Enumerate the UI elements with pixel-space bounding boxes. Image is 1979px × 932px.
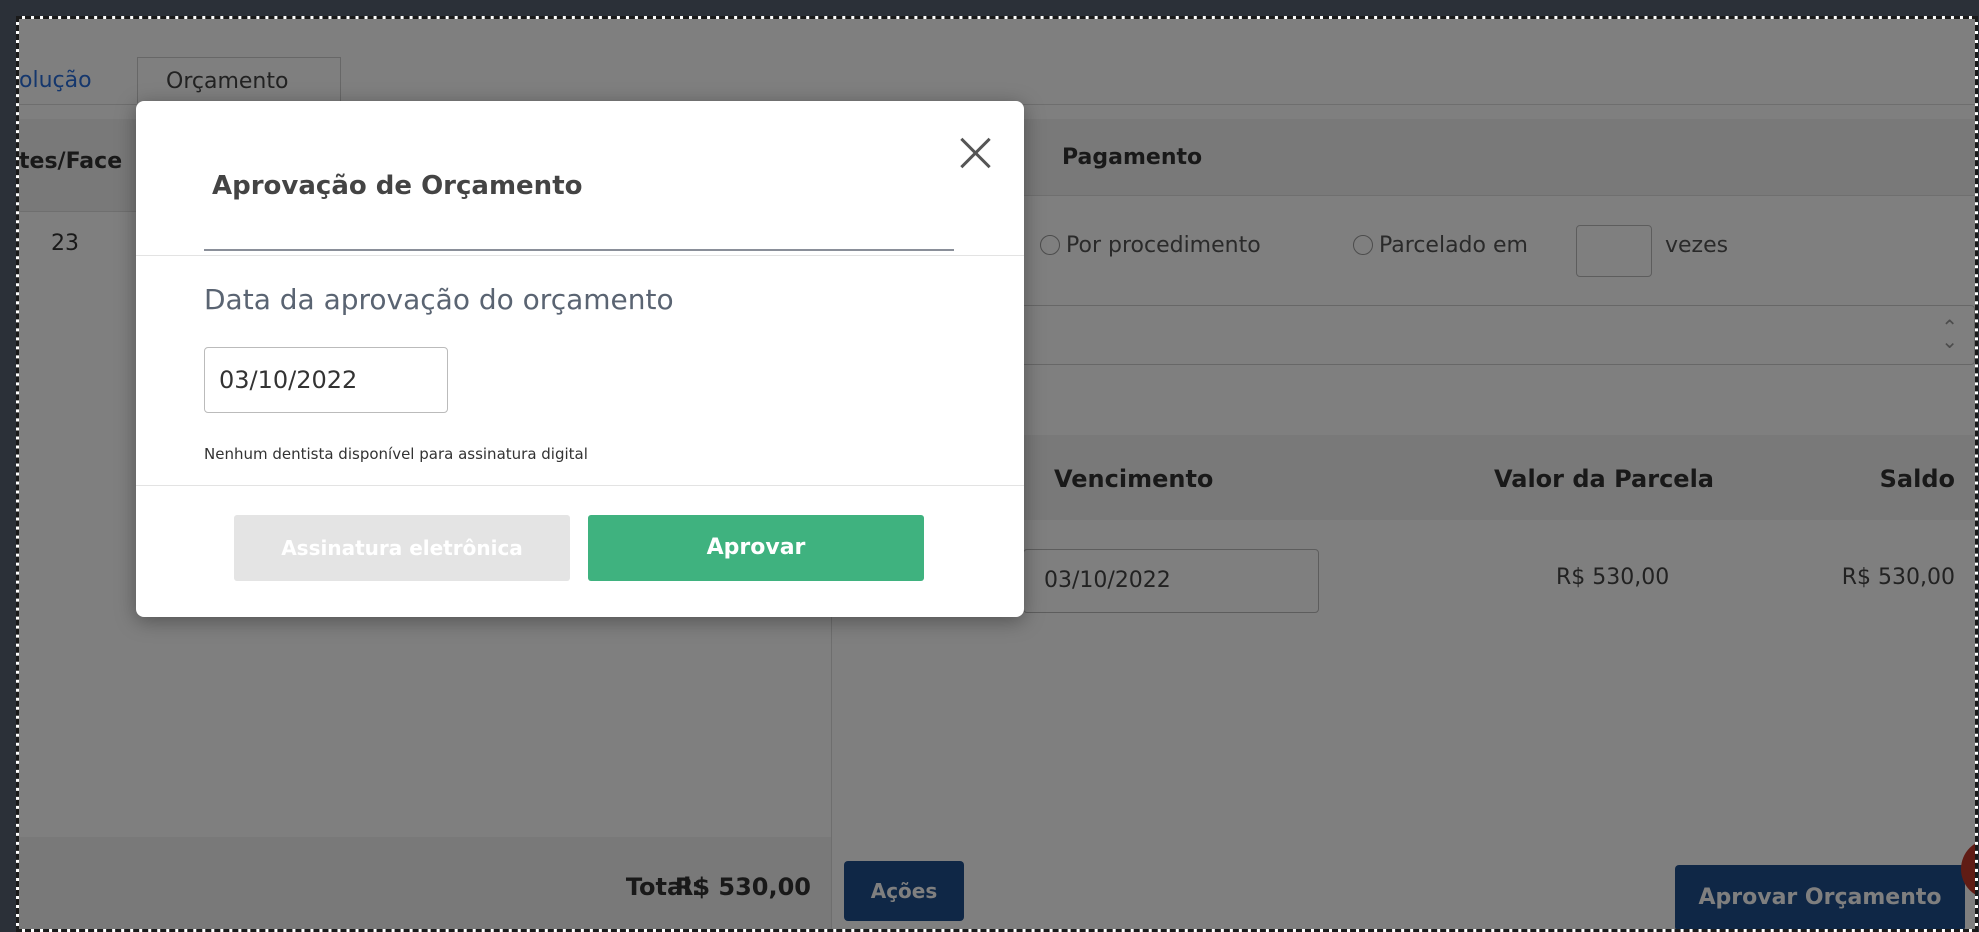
no-dentist-notice: Nenhum dentista disponível para assinatu… — [204, 445, 588, 463]
modal-title: Aprovação de Orçamento — [212, 171, 583, 201]
screenshot-frame: olução Orçamento tes/Face 23 Total: R$ 5… — [16, 16, 1978, 932]
approve-button[interactable]: Aprovar — [588, 515, 924, 581]
modal-divider-top — [136, 255, 1024, 256]
close-icon[interactable] — [958, 133, 992, 167]
approval-date-label: Data da aprovação do orçamento — [204, 283, 674, 316]
modal-divider-bottom — [136, 485, 1024, 486]
approval-date-input[interactable] — [204, 347, 448, 413]
approval-modal: Aprovação de Orçamento Data da aprovação… — [136, 101, 1024, 617]
electronic-signature-button[interactable]: Assinatura eletrônica — [234, 515, 570, 581]
title-underline — [204, 249, 954, 251]
